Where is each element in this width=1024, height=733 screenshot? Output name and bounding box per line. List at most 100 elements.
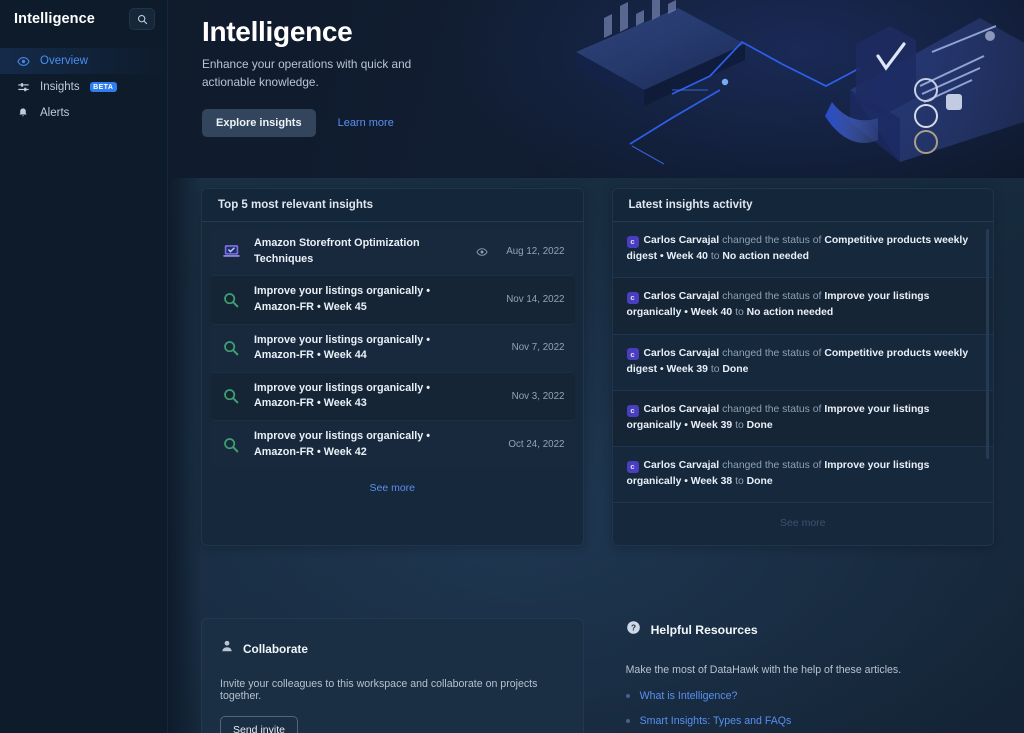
list-item[interactable]: c Carlos Carvajal changed the status of I…	[612, 447, 993, 504]
activity-action: changed the status of	[722, 347, 822, 359]
list-item[interactable]: Improve your listings organically • Amaz…	[210, 324, 575, 373]
sidebar-nav: Overview Insights BETA Alerts	[0, 48, 167, 126]
top-insights-card: Top 5 most relevant insights Amazon Stor…	[201, 188, 584, 547]
laptop-check-icon	[220, 242, 242, 261]
insight-date: Oct 24, 2022	[508, 438, 565, 450]
activity-action: changed the status of	[722, 235, 822, 246]
collaborate-header: Collaborate	[220, 639, 565, 658]
list-item[interactable]: c Carlos Carvajal changed the status of C…	[612, 222, 993, 279]
top-insights-title: Top 5 most relevant insights	[202, 189, 583, 222]
list-item[interactable]: Improve your listings organically • Amaz…	[210, 276, 575, 325]
send-invite-button[interactable]: Send invite	[220, 716, 298, 733]
resource-link[interactable]: Smart Insights: Types and FAQs	[625, 715, 994, 728]
bell-icon	[16, 107, 30, 119]
hero-copy: Intelligence Enhance your operations wit…	[202, 16, 592, 138]
resources-links: What is Intelligence? Smart Insights: Ty…	[625, 690, 994, 733]
insight-title: Improve your listings organically • Amaz…	[254, 381, 430, 410]
explore-insights-button[interactable]: Explore insights	[202, 109, 316, 138]
latest-activity-list: c Carlos Carvajal changed the status of C…	[612, 222, 994, 545]
insight-date: Nov 7, 2022	[511, 342, 565, 354]
resources-title: Helpful Resources	[650, 623, 758, 638]
resources-intro: Make the most of DataHawk with the help …	[625, 664, 902, 677]
magnifier-icon	[220, 291, 242, 309]
content-panel: Top 5 most relevant insights Amazon Stor…	[168, 178, 1024, 733]
app-root: Intelligence Overview Insights BETA Aler…	[0, 0, 1024, 733]
main-area: Intelligence Enhance your operations wit…	[168, 0, 1024, 733]
insight-date: Nov 14, 2022	[506, 294, 565, 306]
status-badge: No action needed	[722, 251, 809, 263]
list-item[interactable]: c Carlos Carvajal changed the status of C…	[612, 334, 993, 391]
latest-activity-card: Latest insights activity c Carlos Carvaja…	[611, 188, 994, 547]
collaborate-card: Collaborate Invite your colleagues to th…	[201, 618, 584, 733]
avatar: c	[626, 404, 639, 417]
list-item[interactable]: c Carlos Carvajal changed the status of I…	[612, 278, 993, 335]
magnifier-icon	[220, 387, 242, 405]
latest-activity-title: Latest insights activity	[612, 189, 993, 222]
isometric-illustration	[576, 0, 1024, 165]
activity-to: to	[710, 363, 720, 375]
activity-action: changed the status of	[722, 291, 822, 303]
avatar: c	[626, 460, 639, 473]
status-badge: No action needed	[746, 307, 834, 319]
bottom-row: Collaborate Invite your colleagues to th…	[201, 618, 994, 733]
hero-banner: Intelligence Enhance your operations wit…	[168, 0, 1024, 178]
question-circle-icon: ?	[626, 620, 641, 640]
sidebar: Intelligence Overview Insights BETA Aler…	[0, 0, 168, 733]
list-item[interactable]: Amazon Storefront Optimization Technique…	[210, 228, 575, 277]
collaborate-description: Invite your colleagues to this workspace…	[220, 678, 538, 703]
avatar: c	[626, 235, 639, 248]
insight-title: Improve your listings organically • Amaz…	[254, 285, 430, 313]
avatar: c	[626, 348, 639, 361]
sidebar-header: Intelligence	[0, 0, 167, 38]
hero-actions: Explore insights Learn more	[202, 109, 592, 138]
magnifier-icon	[220, 339, 242, 357]
activity-scrollbar[interactable]	[986, 229, 989, 459]
collaborate-title: Collaborate	[243, 641, 308, 656]
activity-user: Carlos Carvajal	[643, 403, 720, 415]
avatar: c	[626, 292, 639, 305]
activity-to: to	[735, 419, 744, 431]
activity-user: Carlos Carvajal	[643, 460, 720, 471]
bullet-icon	[625, 694, 630, 699]
activity-action: changed the status of	[722, 460, 822, 471]
insight-date: Aug 12, 2022	[506, 245, 565, 257]
activity-user: Carlos Carvajal	[643, 235, 720, 246]
helpful-resources-card: ? Helpful Resources Make the most of Dat…	[612, 618, 994, 733]
learn-more-link[interactable]: Learn more	[338, 117, 394, 129]
beta-badge: BETA	[89, 82, 117, 92]
bullet-icon	[625, 719, 630, 724]
activity-see-more-link[interactable]: See more	[613, 503, 994, 545]
app-brand-title: Intelligence	[14, 11, 95, 27]
status-badge: Done	[746, 476, 773, 488]
list-item[interactable]: Improve your listings organically • Amaz…	[210, 421, 575, 469]
sidebar-item-alerts[interactable]: Alerts	[0, 100, 167, 126]
insight-title: Amazon Storefront Optimization Technique…	[254, 237, 420, 265]
eye-icon[interactable]	[473, 246, 491, 258]
resource-link-label: Smart Insights: Types and FAQs	[639, 715, 792, 728]
activity-user: Carlos Carvajal	[643, 347, 720, 359]
hero-subtitle: Enhance your operations with quick and a…	[202, 57, 412, 89]
svg-text:?: ?	[631, 624, 636, 633]
list-item[interactable]: Improve your listings organically • Amaz…	[210, 372, 575, 422]
cards-row: Top 5 most relevant insights Amazon Stor…	[201, 188, 994, 547]
sidebar-item-overview[interactable]: Overview	[0, 48, 167, 74]
resource-link[interactable]: What is Intelligence?	[625, 690, 994, 702]
activity-to: to	[710, 251, 720, 263]
person-icon	[220, 639, 234, 658]
sidebar-item-insights[interactable]: Insights BETA	[0, 74, 167, 100]
status-badge: Done	[722, 363, 749, 375]
activity-user: Carlos Carvajal	[643, 291, 720, 303]
top-insights-list: Amazon Storefront Optimization Technique…	[202, 222, 583, 510]
eye-icon	[16, 55, 30, 68]
insights-see-more-link[interactable]: See more	[210, 468, 575, 510]
filter-icon	[16, 81, 30, 94]
sidebar-item-label: Overview	[40, 55, 88, 67]
list-item[interactable]: c Carlos Carvajal changed the status of I…	[612, 390, 993, 447]
search-button[interactable]	[129, 8, 155, 30]
magnifier-icon	[220, 436, 242, 454]
status-badge: Done	[746, 419, 773, 431]
insight-date: Nov 3, 2022	[511, 390, 565, 402]
activity-action: changed the status of	[722, 403, 822, 415]
sidebar-item-label: Insights	[40, 81, 80, 93]
resources-header: ? Helpful Resources	[626, 620, 994, 640]
